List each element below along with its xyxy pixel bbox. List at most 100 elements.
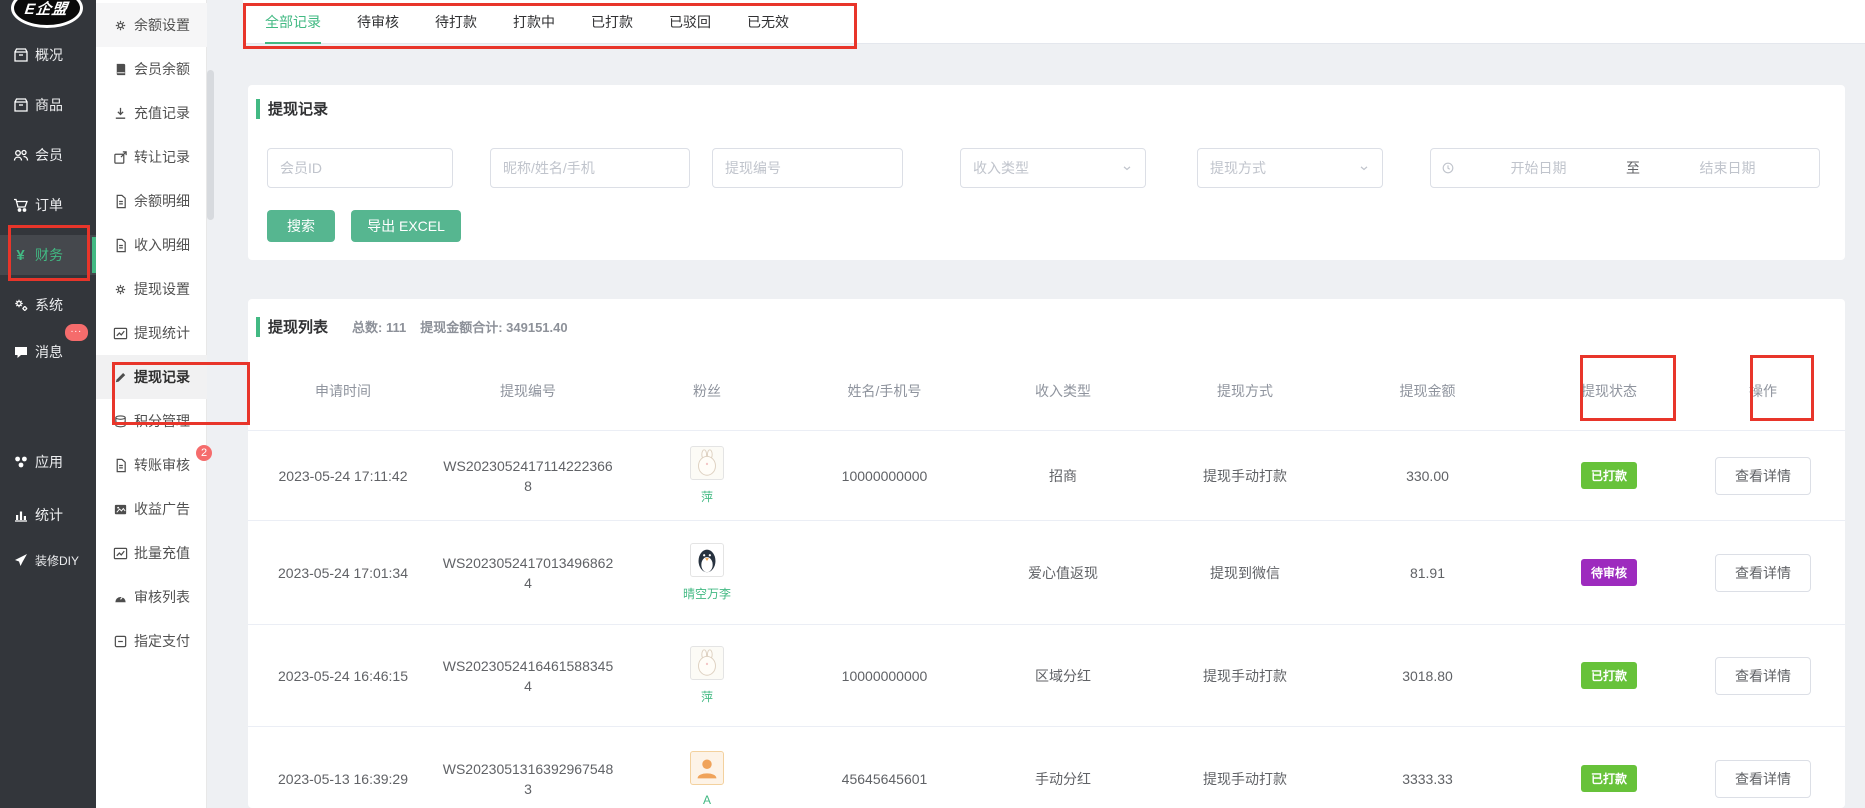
sidebar-scrollbar-thumb[interactable] (207, 70, 214, 220)
action-cell: 查看详情 (1700, 554, 1826, 592)
col-apply-time: 申请时间 (248, 381, 438, 401)
tab-paid[interactable]: 已打款 (591, 0, 633, 44)
fan-cell: A (618, 751, 796, 807)
withdraw-method-select[interactable]: 提现方式 (1197, 148, 1383, 188)
end-date-placeholder[interactable]: 结束日期 (1646, 158, 1809, 178)
withdraw-no: WS20230524164615883454 (438, 656, 618, 696)
withdraw-method: 提现手动打款 (1153, 466, 1337, 486)
tab-paying[interactable]: 打款中 (513, 0, 555, 44)
sidebar-item-statistics[interactable]: 统计 (0, 495, 96, 535)
sidebar-item-orders[interactable]: 订单 (0, 185, 96, 225)
withdraw-no-input[interactable] (725, 160, 890, 176)
gears-icon (12, 297, 29, 314)
submenu-item-audit-list[interactable]: 审核列表 (96, 575, 207, 619)
members-icon (12, 147, 29, 164)
member-id-input[interactable] (280, 160, 440, 176)
document-icon (112, 457, 128, 473)
tab-pending-payment[interactable]: 待打款 (435, 0, 477, 44)
submenu-item-transfer-audit[interactable]: 转账审核 2 (96, 443, 207, 487)
submenu-item-income-details[interactable]: 收入明细 (96, 223, 207, 267)
action-cell: 查看详情 (1700, 760, 1826, 798)
fan-name-link[interactable]: 萍 (701, 688, 713, 705)
table-row: 2023-05-13 16:39:29 WS202305131639296754… (248, 726, 1845, 808)
line-chart-icon (112, 545, 128, 561)
date-range-picker[interactable]: 开始日期 至 结束日期 (1430, 148, 1820, 188)
tab-pending-audit[interactable]: 待审核 (357, 0, 399, 44)
submenu-item-revenue-ads[interactable]: 收益广告 (96, 487, 207, 531)
fan-name-link[interactable]: 萍 (701, 488, 713, 505)
fan-name-link[interactable]: 晴空万李 (683, 585, 731, 602)
apply-time: 2023-05-13 16:39:29 (248, 771, 438, 787)
bar-chart-icon (12, 507, 29, 524)
status-cell: 已打款 (1518, 462, 1700, 489)
submenu-item-recharge-records[interactable]: 充值记录 (96, 91, 207, 135)
chevron-down-icon (1358, 162, 1370, 174)
start-date-placeholder[interactable]: 开始日期 (1457, 158, 1620, 178)
submenu-item-withdraw-statistics[interactable]: 提现统计 (96, 311, 207, 355)
withdraw-amount: 3333.33 (1337, 771, 1518, 787)
search-panel: 提现记录 收入类型 提现方式 开始日期 至 结束日期 搜索 导出 EXCEL (248, 85, 1845, 260)
transfer-audit-count-badge: 2 (196, 445, 212, 461)
app-logo: E企盟 (11, 0, 83, 28)
income-type-select[interactable]: 收入类型 (960, 148, 1146, 188)
sidebar-item-messages[interactable]: 消息 ... (0, 332, 96, 372)
income-type: 爱心值返现 (973, 563, 1153, 583)
view-detail-button[interactable]: 查看详情 (1715, 657, 1811, 695)
tab-all-records[interactable]: 全部记录 (265, 0, 321, 44)
goods-box-icon (12, 97, 29, 114)
submenu-item-balance-settings[interactable]: 余额设置 (96, 3, 207, 47)
nickname-input[interactable] (503, 160, 677, 176)
minus-square-icon (112, 633, 128, 649)
apps-cluster-icon (12, 454, 29, 471)
apply-time: 2023-05-24 17:11:42 (248, 468, 438, 484)
main-sidebar: E企盟 概况 商品 会员 订单 ¥ 财务 系统 消息 ... 应用 统计 装修D… (0, 0, 96, 808)
book-icon (112, 61, 128, 77)
export-excel-button[interactable]: 导出 EXCEL (351, 210, 461, 242)
list-stats: 总数: 111提现金额合计: 349151.40 (352, 317, 582, 336)
sidebar-item-diy[interactable]: 装修DIY (0, 540, 96, 580)
view-detail-button[interactable]: 查看详情 (1715, 554, 1811, 592)
fan-cell: 萍 (618, 446, 796, 505)
sidebar-item-members[interactable]: 会员 (0, 135, 96, 175)
submenu-item-transfer-records[interactable]: 转让记录 (96, 135, 207, 179)
table-header-row: 申请时间 提现编号 粉丝 姓名/手机号 收入类型 提现方式 提现金额 提现状态 … (248, 352, 1845, 430)
sidebar-item-overview[interactable]: 概况 (0, 35, 96, 75)
status-badge: 已打款 (1581, 765, 1637, 792)
view-detail-button[interactable]: 查看详情 (1715, 457, 1811, 495)
external-link-icon (112, 149, 128, 165)
income-type: 区域分红 (973, 666, 1153, 686)
name-phone: 45645645601 (796, 771, 973, 787)
col-action: 操作 (1700, 381, 1826, 401)
col-amount: 提现金额 (1337, 381, 1518, 401)
sidebar-item-finance[interactable]: ¥ 财务 (0, 235, 96, 275)
withdraw-no: WS20230513163929675483 (438, 759, 618, 799)
withdraw-amount: 81.91 (1337, 565, 1518, 581)
submenu-item-points-management[interactable]: 积分管理 (96, 399, 207, 443)
action-cell: 查看详情 (1700, 457, 1826, 495)
sidebar-item-goods[interactable]: 商品 (0, 85, 96, 125)
search-button[interactable]: 搜索 (267, 210, 335, 242)
view-detail-button[interactable]: 查看详情 (1715, 760, 1811, 798)
withdraw-list-title: 提现列表 总数: 111提现金额合计: 349151.40 (256, 316, 582, 337)
submenu-item-member-balance[interactable]: 会员余额 (96, 47, 207, 91)
sidebar-item-system[interactable]: 系统 (0, 285, 96, 325)
apply-time: 2023-05-24 16:46:15 (248, 668, 438, 684)
fan-cell: 萍 (618, 646, 796, 705)
submenu-item-balance-details[interactable]: 余额明细 (96, 179, 207, 223)
date-range-separator: 至 (1620, 158, 1646, 178)
cart-icon (12, 197, 29, 214)
tab-rejected[interactable]: 已驳回 (669, 0, 711, 44)
submenu-item-batch-recharge[interactable]: 批量充值 (96, 531, 207, 575)
submenu-item-designated-payment[interactable]: 指定支付 (96, 619, 207, 663)
fan-name-link[interactable]: A (703, 793, 711, 807)
sidebar-item-apps[interactable]: 应用 (0, 442, 96, 482)
line-chart-icon (112, 325, 128, 341)
table-row: 2023-05-24 17:01:34 WS202305241701349686… (248, 520, 1845, 624)
document-icon (112, 237, 128, 253)
tab-invalid[interactable]: 已无效 (747, 0, 789, 44)
submenu-item-withdraw-settings[interactable]: 提现设置 (96, 267, 207, 311)
avatar (690, 446, 724, 480)
status-badge: 已打款 (1581, 462, 1637, 489)
fan-cell: 晴空万李 (618, 543, 796, 602)
submenu-item-withdraw-records[interactable]: 提现记录 (96, 355, 207, 399)
